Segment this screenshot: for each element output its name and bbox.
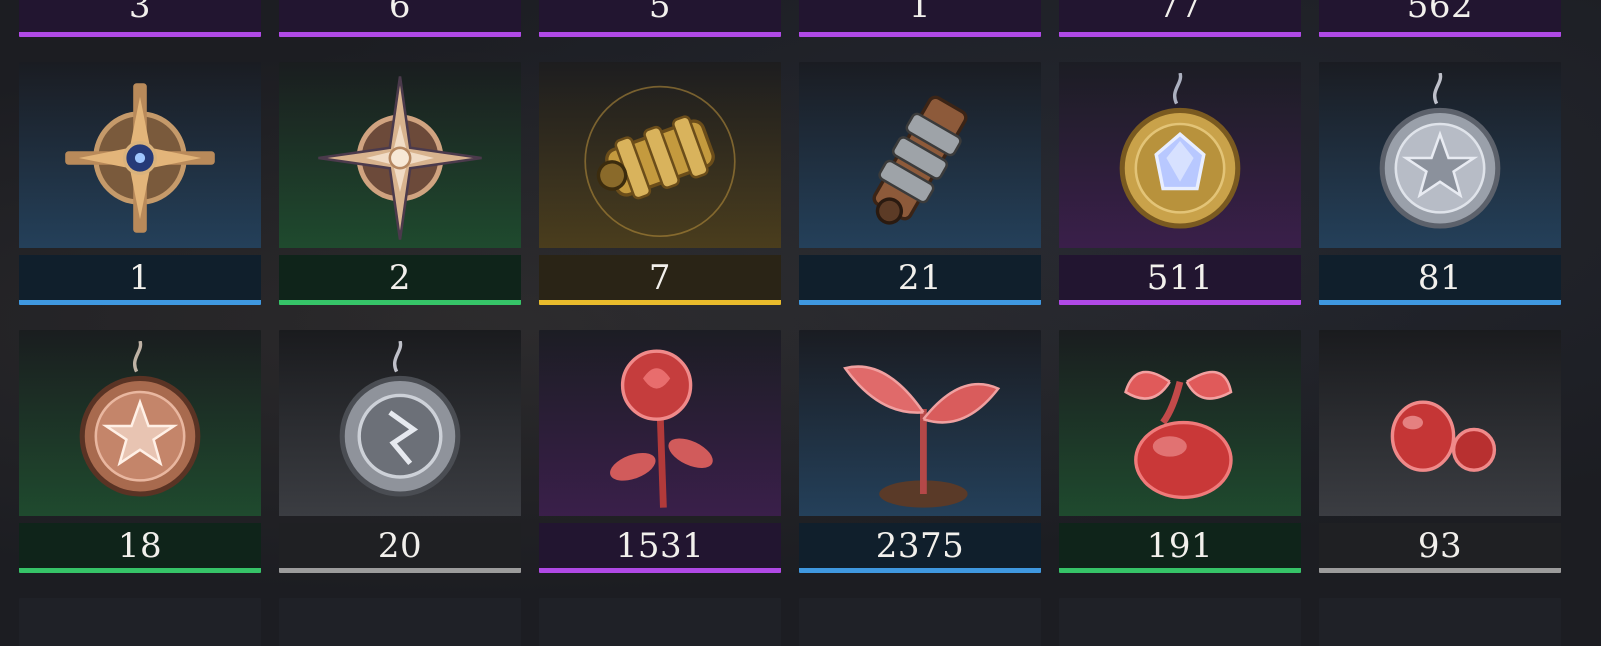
rarity-bar [279, 568, 521, 573]
item-count: 2375 [799, 523, 1041, 569]
item-count: 3 [19, 0, 261, 32]
gold-crystal-medal-icon [1119, 73, 1241, 229]
item-count: 93 [1319, 523, 1561, 569]
item-slot[interactable] [539, 598, 781, 646]
item-slot[interactable]: 1 [799, 0, 1041, 37]
rarity-bar [799, 568, 1041, 573]
red-rose-icon [610, 349, 713, 508]
star-compass-emblem-icon [318, 76, 482, 240]
item-slot[interactable]: 1531 [539, 330, 781, 573]
item-count: 1 [19, 255, 261, 301]
item-count: 7 [539, 255, 781, 301]
item-count: 511 [1059, 255, 1301, 301]
item-count: 191 [1059, 523, 1301, 569]
item-count: 562 [1319, 0, 1561, 32]
item-slot[interactable]: 1 [19, 62, 261, 305]
rarity-bar [19, 568, 261, 573]
item-slot[interactable]: 5 [539, 0, 781, 37]
rarity-bar [1319, 32, 1561, 37]
rarity-bar [1059, 32, 1301, 37]
rarity-bar [279, 300, 521, 305]
red-sprout-icon [843, 365, 1001, 508]
rarity-bar [1319, 300, 1561, 305]
item-slot[interactable] [1059, 598, 1301, 646]
item-count: 1 [799, 0, 1041, 32]
item-count: 20 [279, 523, 521, 569]
item-count: 81 [1319, 255, 1561, 301]
item-slot[interactable]: 93 [1319, 330, 1561, 573]
item-count: 2 [279, 255, 521, 301]
item-count: 5 [539, 0, 781, 32]
item-slot[interactable]: 2375 [799, 330, 1041, 573]
item-slot[interactable]: 3 [19, 0, 261, 37]
silver-star-medal-icon [1379, 73, 1501, 229]
item-grid: 3 6 5 1 77 562 1 2 7 21 511 81 18 20 153… [19, 0, 1561, 646]
inventory-panel: 3 6 5 1 77 562 1 2 7 21 511 81 18 20 153… [0, 0, 1601, 646]
item-slot[interactable]: 511 [1059, 62, 1301, 305]
red-bud-icon [1124, 370, 1233, 500]
item-slot[interactable]: 191 [1059, 330, 1301, 573]
item-count: 77 [1059, 0, 1301, 32]
item-count: 1531 [539, 523, 781, 569]
item-slot[interactable]: 562 [1319, 0, 1561, 37]
item-slot[interactable] [1319, 598, 1561, 646]
item-slot[interactable]: 6 [279, 0, 521, 37]
rarity-bar [1319, 568, 1561, 573]
rarity-bar [1059, 300, 1301, 305]
item-count: 6 [279, 0, 521, 32]
rarity-bar [539, 32, 781, 37]
item-slot[interactable] [279, 598, 521, 646]
golden-cylinder-device-icon [584, 85, 736, 238]
silver-medal-icon [339, 341, 461, 497]
item-slot[interactable]: 81 [1319, 62, 1561, 305]
rarity-bar [19, 32, 261, 37]
item-slot[interactable]: 77 [1059, 0, 1301, 37]
item-count: 18 [19, 523, 261, 569]
rarity-bar [539, 568, 781, 573]
rarity-bar [279, 32, 521, 37]
red-seeds-icon [1390, 400, 1497, 472]
rarity-bar [799, 300, 1041, 305]
rarity-bar [1059, 568, 1301, 573]
bronze-cylinder-device-icon [872, 95, 968, 225]
item-slot[interactable]: 2 [279, 62, 521, 305]
gear-compass-emblem-icon [65, 83, 215, 233]
item-slot[interactable]: 20 [279, 330, 521, 573]
item-slot[interactable]: 7 [539, 62, 781, 305]
item-count: 21 [799, 255, 1041, 301]
rarity-bar [539, 300, 781, 305]
rarity-bar [799, 32, 1041, 37]
item-slot[interactable] [19, 598, 261, 646]
item-slot[interactable] [799, 598, 1041, 646]
item-slot[interactable]: 18 [19, 330, 261, 573]
item-slot[interactable]: 21 [799, 62, 1041, 305]
rarity-bar [19, 300, 261, 305]
bronze-star-medal-icon [79, 341, 201, 497]
